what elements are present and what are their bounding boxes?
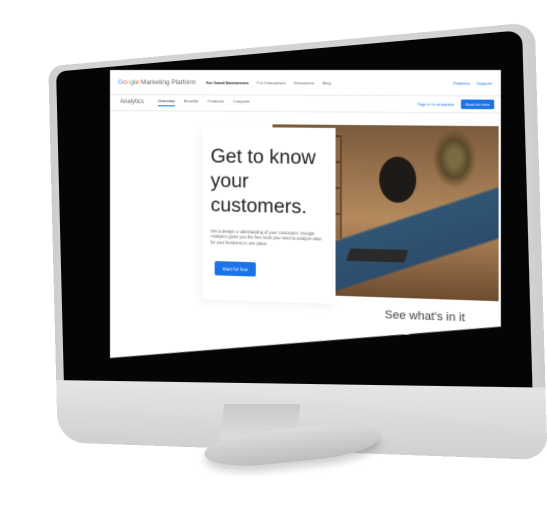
- website-screen: G o o g l e Marketing Platform For Small…: [110, 70, 501, 376]
- google-marketing-platform-logo[interactable]: G o o g l e Marketing Platform: [118, 79, 196, 86]
- nav-link-blog[interactable]: Blog: [322, 80, 330, 85]
- tab-overview[interactable]: Overview: [158, 98, 175, 106]
- nav-link-enterprises[interactable]: For Enterprises: [257, 80, 285, 85]
- product-name[interactable]: Analytics: [120, 99, 144, 105]
- monitor-mockup: G o o g l e Marketing Platform For Small…: [0, 0, 547, 529]
- tab-benefits[interactable]: Benefits: [184, 98, 199, 106]
- section-heading: See what's in it: [384, 308, 465, 325]
- top-nav-links: For Small Businesses For Enterprises Res…: [206, 80, 331, 85]
- start-free-button[interactable]: Start for free: [215, 261, 256, 277]
- nav-link-partners[interactable]: Partners: [453, 80, 470, 85]
- platform-name: Marketing Platform: [140, 78, 196, 86]
- product-navigation: Analytics Overview Benefits Features Com…: [110, 94, 501, 114]
- nav-link-small-businesses[interactable]: For Small Businesses: [206, 80, 249, 85]
- product-nav-actions: Sign in to Analytics Start for free: [417, 99, 494, 109]
- hero-title: Get to know your customers.: [210, 146, 316, 219]
- hero-photo-plant: [432, 129, 476, 189]
- hero-card: Get to know your customers. Get a deeper…: [202, 127, 335, 304]
- hero-photo-laptop: [346, 248, 408, 262]
- logo-letter-e: e: [135, 78, 139, 86]
- nav-link-support[interactable]: Support: [476, 80, 492, 85]
- sign-in-link[interactable]: Sign in to Analytics: [417, 101, 454, 106]
- top-nav-right: Partners Support: [453, 80, 492, 85]
- tab-features[interactable]: Features: [208, 98, 224, 106]
- tab-compare[interactable]: Compare: [233, 99, 250, 107]
- product-tabs: Overview Benefits Features Compare: [158, 98, 250, 107]
- start-free-button-header[interactable]: Start for free: [461, 99, 494, 109]
- hero-description: Get a deeper understanding of your custo…: [210, 228, 322, 247]
- top-navigation: G o o g l e Marketing Platform For Small…: [110, 70, 501, 97]
- nav-link-resources[interactable]: Resources: [294, 80, 314, 85]
